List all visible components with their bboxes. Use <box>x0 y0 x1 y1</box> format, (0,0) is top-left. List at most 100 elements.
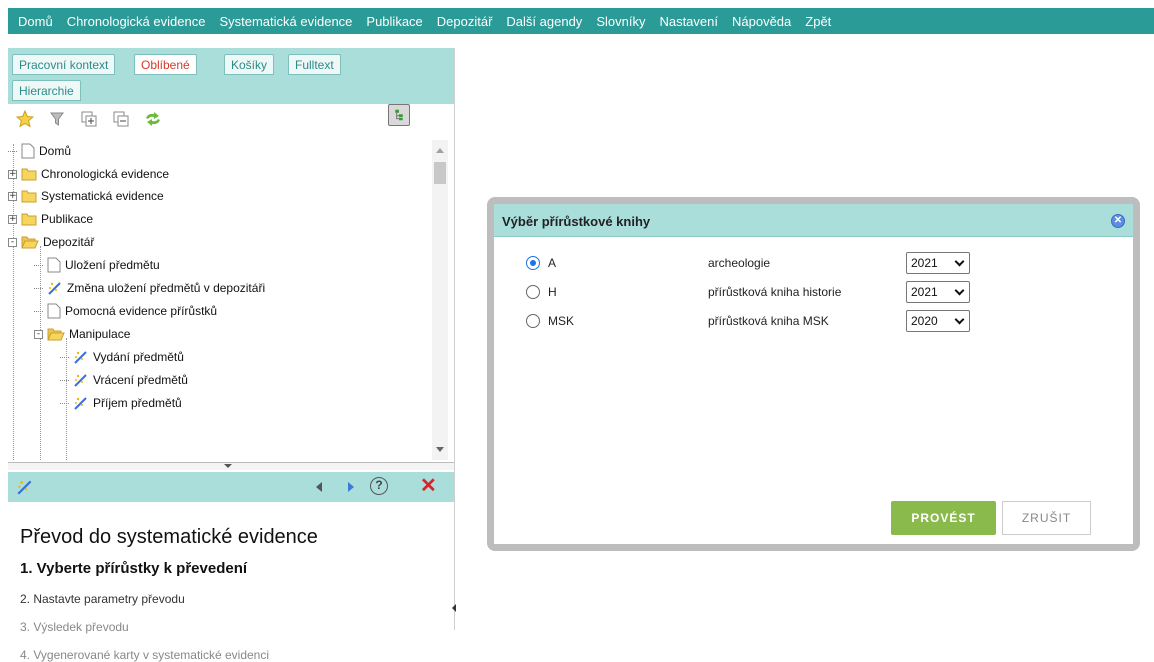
menu-item-chronological[interactable]: Chronologická evidence <box>67 14 206 29</box>
detail-toolbar: ? ✕ <box>8 472 454 502</box>
scroll-thumb[interactable] <box>434 162 446 184</box>
chevron-down-icon <box>954 285 965 296</box>
tab-hierarchy[interactable]: Hierarchie <box>12 80 81 101</box>
book-code: MSK <box>548 314 575 328</box>
help-icon[interactable]: ? <box>370 477 388 495</box>
folder-open-icon <box>21 235 39 249</box>
close-icon[interactable]: ✕ <box>420 475 437 497</box>
tree-item-label: Chronologická evidence <box>41 167 170 181</box>
tree-item-home[interactable]: Domů <box>8 140 71 162</box>
splitter-arrow-icon[interactable] <box>224 464 232 468</box>
tree-item-label: Systematická evidence <box>41 189 164 203</box>
tree-icon[interactable] <box>388 104 410 126</box>
menu-item-help[interactable]: Nápověda <box>732 14 791 29</box>
magic-wand-icon <box>73 349 89 365</box>
year-value: 2020 <box>911 314 938 328</box>
tree-item-label: Manipulace <box>69 327 131 341</box>
tree-item-systematic[interactable]: + Systematická evidence <box>8 185 164 207</box>
dialog-title: Výběr přírůstkové knihy <box>502 214 651 229</box>
tab-bar: Pracovní kontext Oblíbené Košíky Fulltex… <box>8 48 454 104</box>
folder-icon <box>21 189 37 203</box>
book-row-a: A archeologie 2021 <box>526 252 986 274</box>
collapse-panel-icon[interactable] <box>452 604 456 612</box>
tree-item-return[interactable]: Vrácení předmětů <box>60 369 188 391</box>
panel-splitter[interactable] <box>8 462 454 470</box>
year-select-msk[interactable]: 2020 <box>906 310 970 332</box>
collapse-all-icon[interactable] <box>110 108 132 130</box>
wizard-step-1: 1. Vyberte přírůstky k převedení <box>20 560 248 577</box>
menu-item-other-agendas[interactable]: Další agendy <box>506 14 582 29</box>
book-description: přírůstková kniha MSK <box>708 314 829 328</box>
wizard-step-4: 4. Vygenerované karty v systematické evi… <box>20 648 270 662</box>
main-menubar: Domů Chronologická evidence Systematická… <box>0 0 1154 40</box>
tree-item-label: Uložení předmětu <box>65 258 160 272</box>
wizard-step-3: 3. Výsledek převodu <box>20 620 129 634</box>
tree-item-storage-change[interactable]: Změna uložení předmětů v depozitáři <box>34 277 265 299</box>
cancel-button[interactable]: ZRUŠIT <box>1002 501 1091 535</box>
tree-item-label: Vrácení předmětů <box>93 373 188 387</box>
collapse-toggle[interactable]: - <box>8 237 17 247</box>
menu-item-publications[interactable]: Publikace <box>366 14 422 29</box>
next-icon[interactable] <box>348 482 354 492</box>
tree-item-receipt[interactable]: Příjem předmětů <box>60 392 182 414</box>
execute-button[interactable]: PROVÉST <box>891 501 996 535</box>
menubar-strip: Domů Chronologická evidence Systematická… <box>8 8 1154 34</box>
tree-item-label: Vydání předmětů <box>93 350 184 364</box>
filter-icon[interactable] <box>46 108 68 130</box>
menu-item-back[interactable]: Zpět <box>805 14 831 29</box>
menu-item-settings[interactable]: Nastavení <box>659 14 718 29</box>
expand-toggle[interactable]: + <box>8 169 17 179</box>
expand-toggle[interactable]: + <box>8 214 17 224</box>
accession-book-dialog: Výběr přírůstkové knihy ✕ A archeologie … <box>487 197 1140 551</box>
page-icon <box>21 143 35 159</box>
book-row-h: H přírůstková kniha historie 2021 <box>526 281 986 303</box>
magic-wand-icon <box>47 280 63 296</box>
star-icon[interactable] <box>14 108 36 130</box>
folder-icon <box>21 167 37 181</box>
navigation-tree: Domů + Chronologická evidence + Systemat… <box>8 140 438 460</box>
book-radio-h[interactable] <box>526 285 540 299</box>
panel-divider[interactable] <box>454 48 455 630</box>
book-radio-msk[interactable] <box>526 314 540 328</box>
folder-open-icon <box>47 327 65 341</box>
book-description: archeologie <box>708 256 771 270</box>
menu-item-home[interactable]: Domů <box>18 14 53 29</box>
tree-item-depository[interactable]: - Depozitář <box>8 231 94 253</box>
tree-item-issue[interactable]: Vydání předmětů <box>60 346 184 368</box>
menu-item-depository[interactable]: Depozitář <box>437 14 493 29</box>
tab-baskets[interactable]: Košíky <box>224 54 275 75</box>
folder-icon <box>21 212 37 226</box>
tree-item-label: Změna uložení předmětů v depozitáři <box>67 281 266 295</box>
dialog-body: Výběr přírůstkové knihy ✕ A archeologie … <box>494 204 1133 544</box>
tree-scrollbar[interactable] <box>432 140 448 460</box>
expand-toggle[interactable]: + <box>8 191 17 201</box>
tab-favorites[interactable]: Oblíbené <box>134 54 197 75</box>
tree-item-publications[interactable]: + Publikace <box>8 208 93 230</box>
book-row-msk: MSK přírůstková kniha MSK 2020 <box>526 310 986 332</box>
tree-item-label: Publikace <box>41 212 94 226</box>
menu-item-dictionaries[interactable]: Slovníky <box>596 14 645 29</box>
tree-item-auxiliary-records[interactable]: Pomocná evidence přírůstků <box>34 300 217 322</box>
tree-item-manipulation[interactable]: - Manipulace <box>34 323 130 345</box>
tab-fulltext[interactable]: Fulltext <box>288 54 341 75</box>
tree-item-storage[interactable]: Uložení předmětu <box>34 254 160 276</box>
refresh-icon[interactable] <box>142 108 164 130</box>
scroll-down-icon[interactable] <box>436 447 444 452</box>
book-radio-a[interactable] <box>526 256 540 270</box>
page-icon <box>47 257 61 273</box>
dialog-header: Výběr přírůstkové knihy ✕ <box>494 204 1133 237</box>
close-icon[interactable]: ✕ <box>1111 214 1125 228</box>
scroll-up-icon[interactable] <box>436 148 444 153</box>
year-select-a[interactable]: 2021 <box>906 252 970 274</box>
previous-icon[interactable] <box>316 482 322 492</box>
chevron-down-icon <box>954 314 965 325</box>
page-icon <box>47 303 61 319</box>
collapse-toggle[interactable]: - <box>34 329 43 339</box>
year-select-h[interactable]: 2021 <box>906 281 970 303</box>
tab-work-context[interactable]: Pracovní kontext <box>12 54 116 75</box>
wizard-panel: Převod do systematické evidence 1. Vyber… <box>8 508 454 662</box>
expand-all-icon[interactable] <box>78 108 100 130</box>
tree-item-chronological[interactable]: + Chronologická evidence <box>8 163 169 185</box>
menu-item-systematic[interactable]: Systematická evidence <box>219 14 352 29</box>
book-description: přírůstková kniha historie <box>708 285 842 299</box>
